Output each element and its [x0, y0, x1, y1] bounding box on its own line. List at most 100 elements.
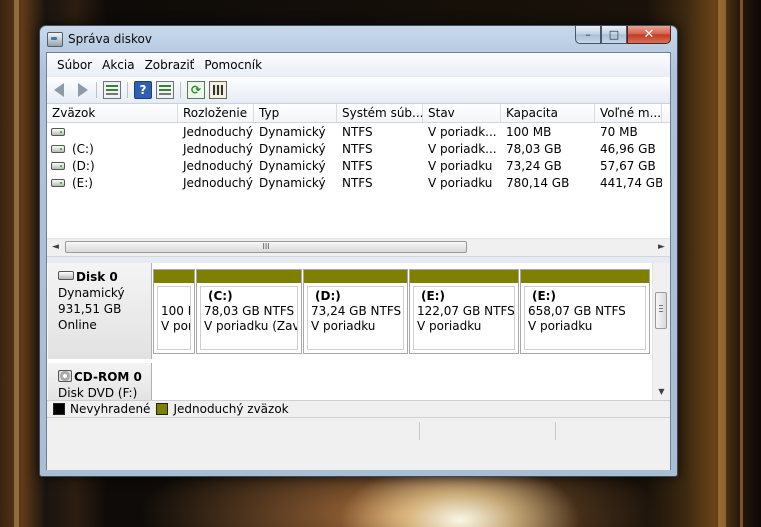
simple-volume-bar	[304, 270, 407, 283]
cell-volume	[67, 124, 178, 141]
title-bar[interactable]: Správa diskov – □ ✕	[40, 26, 677, 52]
partition-e-second[interactable]: (E:) 658,07 GB NTFS V poriadku	[520, 269, 650, 354]
toolbar-separator	[127, 82, 128, 98]
partition-size: 73,24 GB NTFS	[311, 304, 402, 318]
scroll-down-icon[interactable]: ▼	[653, 383, 670, 400]
partition-c[interactable]: (C:) 78,03 GB NTFS V poriadku (Zavádzací…	[196, 269, 302, 354]
list-header: Zväzok Rozloženie Typ Systém súb... Stav…	[47, 104, 670, 123]
partition-details: 100 MB NTFS V poriadku	[157, 286, 191, 350]
cell-volume: (D:)	[72, 159, 95, 173]
volume-drive-icon	[51, 179, 65, 187]
rescan-disks-icon[interactable]	[209, 81, 227, 99]
simple-volume-bar	[410, 270, 518, 283]
window-title: Správa diskov	[68, 32, 152, 46]
column-header-type[interactable]: Typ	[254, 104, 337, 122]
cell-filesystem: NTFS	[342, 159, 373, 173]
column-header-status[interactable]: Stav	[423, 104, 501, 122]
close-button[interactable]: ✕	[627, 26, 671, 44]
cell-capacity: 73,24 GB	[506, 159, 562, 173]
partition-size: 122,07 GB NTFS	[417, 304, 515, 318]
partition-details: (E:) 122,07 GB NTFS V poriadku	[413, 286, 515, 350]
partition-system-reserved[interactable]: 100 MB NTFS V poriadku	[153, 269, 195, 354]
minimize-button[interactable]: –	[575, 26, 601, 44]
scroll-grip-icon	[659, 305, 663, 306]
simple-volume-bar	[154, 270, 194, 283]
cdrom-0-info[interactable]: CD-ROM 0 Disk DVD (F:)	[48, 363, 152, 403]
scroll-left-icon[interactable]: ◄	[47, 239, 64, 256]
cd-drive-icon	[58, 370, 72, 382]
cell-status: V poriadk...	[428, 125, 497, 139]
forward-button[interactable]	[73, 81, 91, 99]
disk-icon	[58, 271, 74, 280]
partition-label	[161, 289, 190, 304]
partition-e-first[interactable]: (E:) 122,07 GB NTFS V poriadku	[409, 269, 519, 354]
cdrom-0-name-row: CD-ROM 0	[58, 369, 151, 385]
column-header-volume[interactable]: Zväzok	[47, 104, 178, 122]
cell-capacity: 100 MB	[506, 125, 552, 139]
column-header-free-space[interactable]: Voľné m...	[595, 104, 662, 122]
cell-type: Dynamický	[259, 159, 326, 173]
table-row[interactable]: (C:) Jednoduchý Dynamický NTFS V poriadk…	[47, 141, 670, 158]
partition-status: V poriadku	[417, 319, 482, 333]
disk-management-icon	[47, 32, 63, 47]
table-row[interactable]: (D:) Jednoduchý Dynamický NTFS V poriadk…	[47, 158, 670, 175]
client-area: Súbor Akcia Zobraziť Pomocník ? ⟳ Zväzok…	[46, 52, 671, 470]
cell-volume: (E:)	[72, 176, 93, 190]
console-tree-icon[interactable]	[103, 81, 121, 99]
help-icon[interactable]: ?	[134, 81, 152, 99]
horizontal-scrollbar[interactable]: ◄ III ►	[47, 238, 670, 256]
cell-filesystem: NTFS	[342, 142, 373, 156]
menu-help[interactable]: Pomocník	[199, 58, 267, 72]
cell-layout: Jednoduchý	[183, 125, 254, 139]
cell-layout: Jednoduchý	[183, 159, 254, 173]
maximize-button[interactable]: □	[601, 26, 627, 44]
vertical-scrollbar[interactable]: ▼	[652, 263, 670, 400]
menu-file[interactable]: Súbor	[52, 58, 97, 72]
desktop-light-streak	[718, 0, 726, 527]
cell-free-space: 441,74 GB	[600, 176, 662, 190]
cell-free-space: 46,96 GB	[600, 142, 656, 156]
partition-size: 658,07 GB NTFS	[528, 304, 626, 318]
partition-size: 78,03 GB NTFS	[204, 304, 295, 318]
cell-layout: Jednoduchý	[183, 142, 254, 156]
volume-drive-icon	[51, 145, 65, 153]
disk-0-info[interactable]: Disk 0 Dynamický 931,51 GB Online	[48, 263, 152, 359]
cell-status: V poriadku	[428, 159, 493, 173]
back-button[interactable]	[52, 81, 70, 99]
partition-label: (E:)	[532, 289, 556, 303]
cell-filesystem: NTFS	[342, 176, 373, 190]
disk-0-type: Dynamický	[58, 286, 125, 300]
column-header-capacity[interactable]: Kapacita	[501, 104, 595, 122]
partition-status: V poriadku	[311, 319, 376, 333]
vertical-scroll-thumb[interactable]	[655, 292, 667, 329]
cell-capacity: 78,03 GB	[506, 142, 562, 156]
back-arrow-icon	[54, 83, 64, 97]
disk-0-name: Disk 0	[76, 270, 118, 284]
partition-status: V poriadku	[528, 319, 593, 333]
partition-label: (C:)	[208, 289, 233, 303]
horizontal-scroll-thumb[interactable]: III	[65, 241, 467, 253]
menu-action[interactable]: Akcia	[97, 58, 139, 72]
partition-d[interactable]: (D:) 73,24 GB NTFS V poriadku	[303, 269, 408, 354]
cell-volume: (C:)	[72, 142, 94, 156]
simple-volume-bar	[521, 270, 649, 283]
legend-swatch-simple-volume	[156, 403, 169, 415]
properties-icon[interactable]	[156, 81, 174, 99]
partition-size: 100 MB NTFS	[161, 304, 190, 318]
column-header-filesystem[interactable]: Systém súb...	[337, 104, 423, 122]
table-row[interactable]: Jednoduchý Dynamický NTFS V poriadk... 1…	[47, 124, 670, 141]
refresh-icon[interactable]: ⟳	[187, 81, 205, 99]
scroll-right-icon[interactable]: ►	[653, 239, 670, 256]
cell-type: Dynamický	[259, 176, 326, 190]
cell-status: V poriadk...	[428, 142, 497, 156]
cdrom-0-type: Disk DVD (F:)	[58, 386, 138, 400]
table-row[interactable]: (E:) Jednoduchý Dynamický NTFS V poriadk…	[47, 175, 670, 192]
disk-0-name-row: Disk 0	[58, 269, 151, 285]
cell-type: Dynamický	[259, 125, 326, 139]
disk-0-size: 931,51 GB	[58, 302, 122, 316]
toolbar: ? ⟳	[47, 77, 670, 104]
menu-view[interactable]: Zobraziť	[140, 58, 200, 72]
simple-volume-bar	[197, 270, 301, 283]
disk-management-window: Správa diskov – □ ✕ Súbor Akcia Zobraziť…	[39, 25, 678, 477]
column-header-layout[interactable]: Rozloženie	[178, 104, 254, 122]
